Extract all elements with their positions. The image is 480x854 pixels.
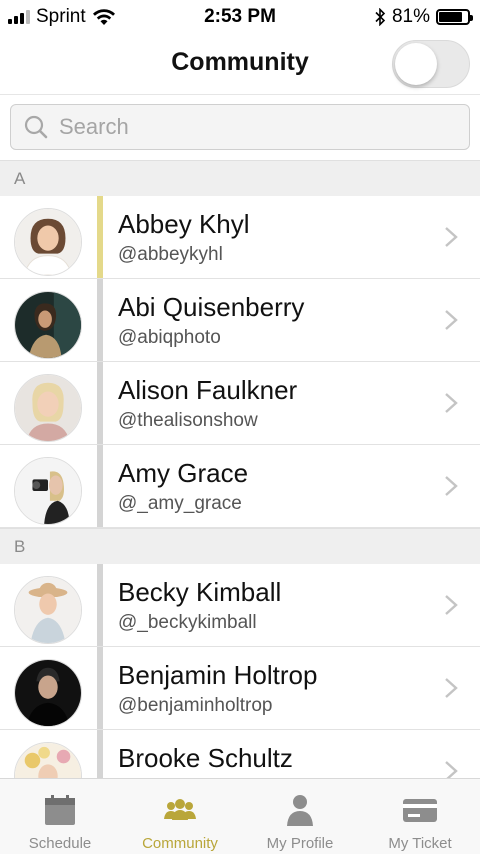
nav-header: Community — [0, 34, 480, 94]
people-icon — [164, 799, 196, 820]
row-text: Abbey Khyl @abbeykyhl — [118, 208, 250, 266]
list-item[interactable]: Amy Grace @_amy_grace — [0, 445, 480, 528]
tab-my-ticket[interactable]: My Ticket — [360, 779, 480, 854]
avatar — [14, 457, 82, 525]
bluetooth-icon — [375, 8, 386, 26]
community-list[interactable]: A Abbey Khyl @abbeykyhl Abi Quisenberry … — [0, 160, 480, 778]
list-item[interactable]: Becky Kimball @_beckykimball — [0, 564, 480, 647]
tab-bar: Schedule Community My Profile My Ticket — [0, 778, 480, 854]
person-handle: @thealisonshow — [118, 410, 258, 431]
avatar — [14, 208, 82, 276]
tab-schedule[interactable]: Schedule — [0, 779, 120, 854]
person-name: Benjamin Holtrop — [118, 660, 318, 690]
accent-bar — [97, 730, 103, 778]
accent-bar — [97, 445, 103, 527]
status-bar: Sprint 2:53 PM 81% — [0, 0, 480, 34]
search-icon — [24, 115, 48, 139]
person-icon — [287, 795, 313, 826]
battery-fill — [439, 12, 462, 22]
accent-bar — [97, 564, 103, 646]
accent-bar — [97, 647, 103, 729]
row-text: Alison Faulkner @thealisonshow — [118, 374, 297, 432]
list-item[interactable]: Abi Quisenberry @abiqphoto — [0, 279, 480, 362]
battery-percent: 81% — [391, 6, 430, 27]
avatar — [14, 576, 82, 644]
list-item[interactable]: Brooke Schultz — [0, 730, 480, 778]
toggle-knob[interactable] — [395, 43, 437, 85]
search-bar — [0, 94, 480, 160]
tab-label: Schedule — [28, 835, 92, 852]
person-handle: @benjaminholtrop — [118, 695, 273, 716]
row-text: Abi Quisenberry @abiqphoto — [118, 291, 304, 349]
list-item[interactable]: Alison Faulkner @thealisonshow — [0, 362, 480, 445]
tab-community[interactable]: Community — [120, 779, 240, 854]
status-right: 81% — [374, 6, 473, 28]
tab-label: My Ticket — [388, 835, 452, 852]
community-toggle[interactable] — [392, 40, 470, 88]
person-handle: @_beckykimball — [118, 612, 257, 633]
person-name: Becky Kimball — [118, 577, 282, 607]
person-handle: @abiqphoto — [118, 327, 221, 348]
row-text: Benjamin Holtrop @benjaminholtrop — [118, 659, 317, 717]
accent-bar — [97, 279, 103, 361]
avatar — [14, 291, 82, 359]
accent-bar — [97, 196, 103, 278]
list-item[interactable]: Abbey Khyl @abbeykyhl — [0, 196, 480, 279]
person-handle: @abbeykyhl — [118, 244, 223, 265]
row-text: Brooke Schultz — [118, 742, 293, 778]
avatar — [14, 374, 82, 442]
row-text: Amy Grace @_amy_grace — [118, 457, 248, 515]
chevron-right-icon — [445, 761, 458, 778]
row-text: Becky Kimball @_beckykimball — [118, 576, 281, 634]
search-box[interactable] — [10, 104, 470, 150]
chevron-right-icon — [445, 227, 458, 247]
person-name: Alison Faulkner — [118, 375, 298, 405]
tab-my-profile[interactable]: My Profile — [240, 779, 360, 854]
section-header-b: B — [0, 528, 480, 564]
section-header-a: A — [0, 160, 480, 196]
chevron-right-icon — [445, 476, 458, 496]
person-name: Brooke Schultz — [118, 743, 293, 773]
person-handle: @_amy_grace — [118, 493, 242, 514]
list-item[interactable]: Benjamin Holtrop @benjaminholtrop — [0, 647, 480, 730]
person-name: Abbey Khyl — [118, 209, 250, 239]
battery-icon — [436, 9, 473, 25]
person-name: Amy Grace — [118, 458, 249, 488]
chevron-right-icon — [445, 393, 458, 413]
person-name: Abi Quisenberry — [118, 292, 305, 322]
chevron-right-icon — [445, 678, 458, 698]
calendar-icon — [45, 795, 75, 825]
avatar — [14, 742, 82, 778]
tab-label: My Profile — [266, 835, 334, 852]
ticket-icon — [403, 799, 437, 822]
chevron-right-icon — [445, 595, 458, 615]
avatar — [14, 659, 82, 727]
accent-bar — [97, 362, 103, 444]
chevron-right-icon — [445, 310, 458, 330]
search-input[interactable] — [59, 114, 439, 140]
tab-label: Community — [142, 835, 218, 852]
